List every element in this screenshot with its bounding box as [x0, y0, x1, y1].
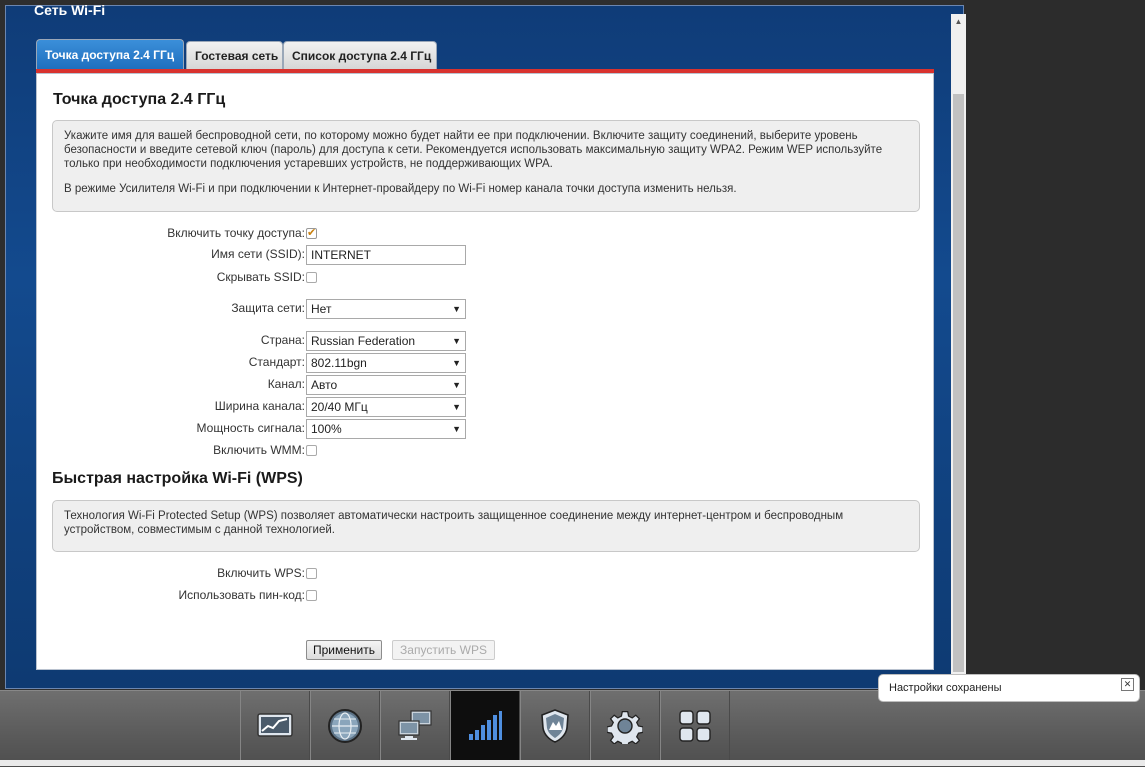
- ap-info-text-2: В режиме Усилителя Wi-Fi и при подключен…: [64, 183, 737, 195]
- channel-width-select[interactable]: 20/40 МГц ▼: [306, 397, 466, 417]
- taskbar-wifi-button[interactable]: [450, 691, 520, 761]
- network-computers-icon: [398, 710, 432, 740]
- channel-select-value: Авто: [311, 378, 338, 392]
- enable-wps-checkbox[interactable]: [306, 568, 317, 579]
- saved-notification: Настройки сохранены ✕: [878, 674, 1140, 702]
- scrollbar-thumb[interactable]: [953, 94, 964, 672]
- hide-ssid-label: Скрывать SSID:: [216, 270, 305, 284]
- shield-icon: [541, 709, 569, 743]
- tab-access-list-2-4[interactable]: Список доступа 2.4 ГГц: [283, 41, 437, 69]
- desktop-background: [964, 0, 1145, 690]
- channel-select[interactable]: Авто ▼: [306, 375, 466, 395]
- wifi-signal-bars-icon: [469, 711, 502, 740]
- wps-info-text: Технология Wi-Fi Protected Setup (WPS) п…: [64, 510, 844, 536]
- security-select[interactable]: Нет ▼: [306, 299, 466, 319]
- content-panel: Точка доступа 2.4 ГГц Укажите имя для ва…: [36, 73, 934, 670]
- use-pin-label: Использовать пин-код:: [178, 588, 305, 602]
- tab-guest-network[interactable]: Гостевая сеть: [186, 41, 283, 69]
- window-title: Сеть Wi-Fi: [34, 2, 106, 18]
- taskbar-monitor-button[interactable]: [240, 691, 310, 761]
- section-title-wps: Быстрая настройка Wi-Fi (WPS): [52, 470, 303, 487]
- tab-access-point-2-4[interactable]: Точка доступа 2.4 ГГц: [36, 39, 184, 69]
- enable-wps-label: Включить WPS:: [217, 566, 305, 580]
- wps-info-box: Технология Wi-Fi Protected Setup (WPS) п…: [52, 500, 920, 552]
- bottom-strip: [0, 760, 1145, 766]
- use-pin-checkbox[interactable]: [306, 590, 317, 601]
- signal-power-select-value: 100%: [311, 422, 342, 436]
- enable-ap-label: Включить точку доступа:: [167, 226, 305, 240]
- taskbar-home-network-button[interactable]: [380, 691, 450, 761]
- country-select-value: Russian Federation: [311, 334, 416, 348]
- taskbar-security-button[interactable]: [520, 691, 590, 761]
- dropdown-arrow-icon: ▼: [452, 358, 461, 368]
- monitor-chart-icon: [257, 713, 293, 737]
- dropdown-arrow-icon: ▼: [452, 380, 461, 390]
- ssid-input[interactable]: INTERNET: [306, 245, 466, 265]
- taskbar-apps-button[interactable]: [660, 691, 730, 761]
- taskbar-internet-button[interactable]: [310, 691, 380, 761]
- dropdown-arrow-icon: ▼: [452, 336, 461, 346]
- signal-power-label: Мощность сигнала:: [196, 421, 305, 435]
- country-label: Страна:: [260, 333, 305, 347]
- dropdown-arrow-icon: ▼: [452, 402, 461, 412]
- ssid-label: Имя сети (SSID):: [211, 247, 305, 261]
- gear-icon: [607, 710, 643, 744]
- dropdown-arrow-icon: ▼: [452, 304, 461, 314]
- security-label: Защита сети:: [231, 301, 305, 315]
- taskbar-system-button[interactable]: [590, 691, 660, 761]
- globe-icon: [328, 709, 362, 743]
- standard-select-value: 802.11bgn: [311, 356, 367, 370]
- standard-select[interactable]: 802.11bgn ▼: [306, 353, 466, 373]
- ap-info-text-1: Укажите имя для вашей беспроводной сети,…: [64, 130, 883, 170]
- saved-notification-text: Настройки сохранены: [889, 682, 1002, 694]
- channel-width-select-value: 20/40 МГц: [311, 400, 368, 414]
- ap-info-box: Укажите имя для вашей беспроводной сети,…: [52, 120, 920, 212]
- start-wps-button[interactable]: Запустить WPS: [392, 640, 495, 660]
- wmm-label: Включить WMM:: [213, 443, 305, 457]
- dropdown-arrow-icon: ▼: [452, 424, 461, 434]
- channel-width-label: Ширина канала:: [214, 399, 305, 413]
- wmm-checkbox[interactable]: [306, 445, 317, 456]
- apply-button[interactable]: Применить: [306, 640, 382, 660]
- apps-grid-icon: [679, 710, 711, 742]
- vertical-scrollbar[interactable]: ▲: [951, 14, 966, 678]
- close-icon[interactable]: ✕: [1121, 678, 1134, 691]
- signal-power-select[interactable]: 100% ▼: [306, 419, 466, 439]
- hide-ssid-checkbox[interactable]: [306, 272, 317, 283]
- country-select[interactable]: Russian Federation ▼: [306, 331, 466, 351]
- enable-ap-checkbox[interactable]: [306, 226, 317, 239]
- wifi-settings-window: Сеть Wi-Fi Точка доступа 2.4 ГГц Гостева…: [5, 2, 966, 689]
- scroll-up-arrow-icon[interactable]: ▲: [951, 14, 966, 29]
- section-title-access-point: Точка доступа 2.4 ГГц: [53, 91, 226, 108]
- standard-label: Стандарт:: [248, 355, 305, 369]
- channel-label: Канал:: [267, 377, 305, 391]
- security-select-value: Нет: [311, 302, 332, 316]
